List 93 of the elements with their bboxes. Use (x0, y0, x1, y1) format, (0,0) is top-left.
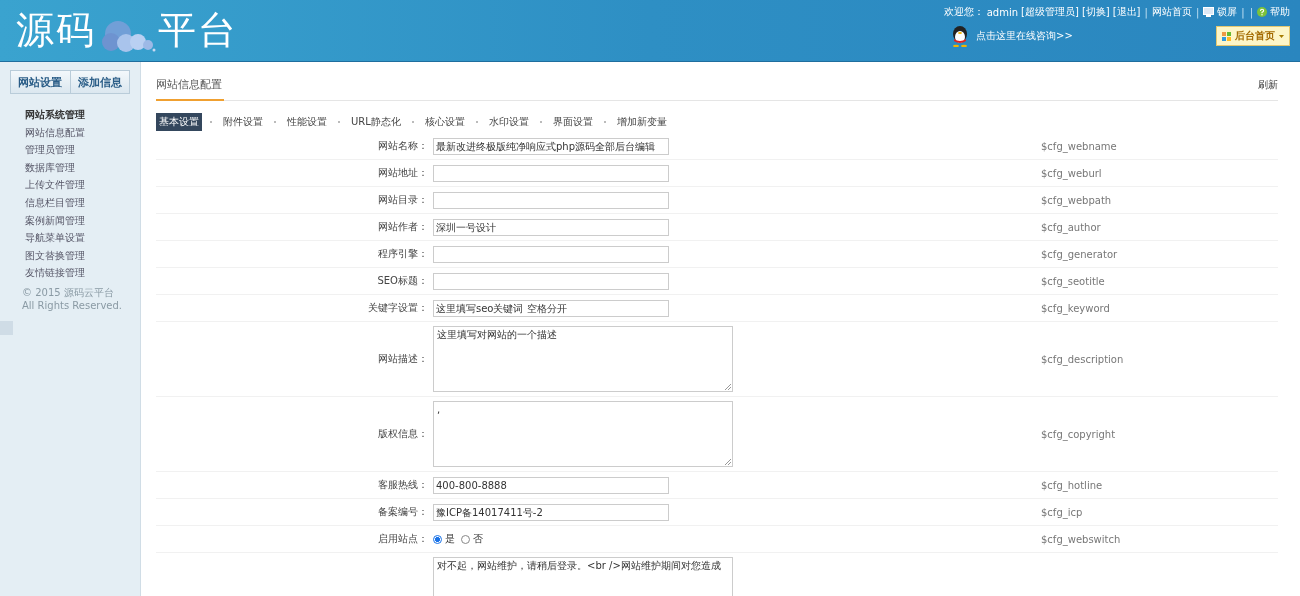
variable-name: $cfg_copyright (1041, 428, 1116, 440)
variable-name: $cfg_webpath (1041, 194, 1112, 206)
tab-separator-icon (274, 121, 276, 123)
separator-text: | (1144, 6, 1148, 18)
textarea-field[interactable]: 对不起，网站维护，请稍后登录。<br />网站维护期间对您造成 (433, 557, 733, 596)
header-link[interactable]: [超级管理员] (1021, 5, 1079, 19)
text-field[interactable]: 深圳一号设计 (433, 218, 669, 236)
menu-item[interactable]: 图文替换管理 (25, 246, 140, 265)
field-label: 网站作者： (378, 221, 428, 232)
text-field[interactable]: 400-800-8888 (433, 476, 669, 494)
menu-item[interactable]: 导航菜单设置 (25, 229, 140, 247)
home-dropdown[interactable]: 后台首页 (1216, 26, 1290, 46)
resize-grip-icon (725, 384, 731, 390)
text-field[interactable] (433, 272, 669, 290)
tab-separator-icon (411, 121, 414, 123)
settings-tab[interactable]: 水印设置 (485, 113, 532, 131)
field-label: 启用站点： (378, 533, 428, 544)
refresh-link[interactable]: 刷新 (1258, 78, 1278, 100)
field-label: SEO标题： (377, 275, 428, 286)
logo-text: 平台 (158, 7, 238, 54)
field-label: 网站地址： (378, 167, 428, 178)
separator-text: | (1249, 6, 1253, 18)
text-field[interactable]: 最新改进终极版纯净响应式php源码全部后台编辑 (433, 137, 669, 155)
page-title: 网站信息配置 (156, 77, 224, 101)
logo-text: 源码 (16, 7, 96, 54)
text-field[interactable] (433, 164, 669, 182)
variable-name: $cfg_author (1041, 221, 1101, 233)
sidebar-tab[interactable]: 添加信息 (70, 71, 129, 93)
text-field[interactable] (433, 191, 669, 209)
tab-separator-icon (539, 121, 542, 123)
header-link[interactable]: [切换] (1081, 5, 1110, 19)
field-label: 客服热线： (378, 479, 428, 490)
lock-screen-link[interactable]: 锁屏 (1217, 5, 1238, 19)
tab-separator-icon (338, 121, 340, 123)
help-icon (1257, 7, 1267, 17)
user-info-text: admin (986, 6, 1019, 18)
settings-tab[interactable]: 界面设置 (549, 113, 596, 131)
menu-item[interactable]: 网站信息配置 (25, 123, 140, 142)
variable-name: $cfg_icp (1041, 506, 1083, 518)
tab-separator-icon (475, 121, 478, 123)
settings-tab[interactable]: URL静态化 (348, 113, 404, 131)
tab-separator-icon (210, 121, 212, 123)
radio-label: 是 (445, 532, 455, 546)
header-link[interactable]: [退出] (1112, 5, 1141, 19)
menu-item[interactable]: 友情链接管理 (25, 264, 140, 282)
menu-item[interactable]: 数据库管理 (25, 158, 140, 177)
header-link[interactable]: 网站首页 (1151, 5, 1192, 19)
field-label: 网站描述： (378, 353, 428, 364)
field-label: 版权信息： (378, 428, 428, 439)
field-label: 关键字设置： (368, 302, 428, 313)
tab-separator-icon (603, 121, 606, 123)
copyright-text: © 2015 源码云平台 (22, 285, 115, 299)
settings-tab[interactable]: 基本设置 (156, 113, 202, 131)
user-info-text: 欢迎您： (943, 5, 984, 19)
copyright-text: All Rights Reserved. (22, 298, 124, 312)
text-field[interactable]: 豫ICP备14017411号-2 (433, 503, 669, 521)
textarea-field[interactable]: , (433, 401, 733, 467)
field-label: 网站目录： (378, 194, 428, 205)
field-label: 备案编号： (378, 506, 428, 517)
settings-tab[interactable]: 增加新变量 (613, 113, 670, 131)
menu-item[interactable]: 案例新闻管理 (25, 211, 140, 230)
menu-item[interactable]: 上传文件管理 (25, 176, 140, 194)
field-label: 网站名称： (378, 140, 428, 151)
variable-name: $cfg_webswitch (1041, 533, 1121, 545)
variable-name: $cfg_webname (1041, 140, 1117, 152)
radio-label: 否 (473, 532, 483, 546)
text-field[interactable] (433, 245, 669, 263)
variable-name: $cfg_keyword (1041, 302, 1110, 314)
menu-item[interactable]: 管理员管理 (25, 141, 140, 159)
grid-icon (1222, 31, 1231, 41)
variable-name: $cfg_weburl (1041, 167, 1102, 179)
variable-name: $cfg_generator (1041, 248, 1118, 260)
text-field[interactable]: 这里填写seo关键词 空格分开 (433, 299, 669, 317)
menu-group-title: 网站系统管理 (25, 108, 86, 122)
settings-tab[interactable]: 核心设置 (421, 113, 468, 131)
separator-text: | (1195, 6, 1200, 18)
online-consult-link[interactable]: 点击这里在线咨询>> (976, 29, 1073, 43)
settings-tab[interactable]: 附件设置 (220, 113, 266, 131)
help-link[interactable]: 帮助 (1270, 5, 1290, 19)
variable-name: $cfg_seotitle (1041, 275, 1105, 287)
radio-button[interactable] (433, 534, 442, 544)
caret-icon (1279, 34, 1284, 38)
sidebar-tab[interactable]: 网站设置 (11, 71, 71, 93)
variable-name: $cfg_hotline (1041, 479, 1103, 491)
menu-item[interactable]: 信息栏目管理 (25, 193, 140, 212)
penguin-icon (950, 25, 970, 47)
monitor-icon (1203, 7, 1215, 17)
separator-text: | (1241, 6, 1245, 18)
field-label: 程序引擎： (378, 248, 428, 259)
textarea-field[interactable]: 这里填写对网站的一个描述 (433, 326, 733, 392)
resize-grip-icon (725, 459, 731, 465)
variable-name: $cfg_description (1041, 353, 1124, 365)
settings-tab[interactable]: 性能设置 (284, 113, 330, 131)
